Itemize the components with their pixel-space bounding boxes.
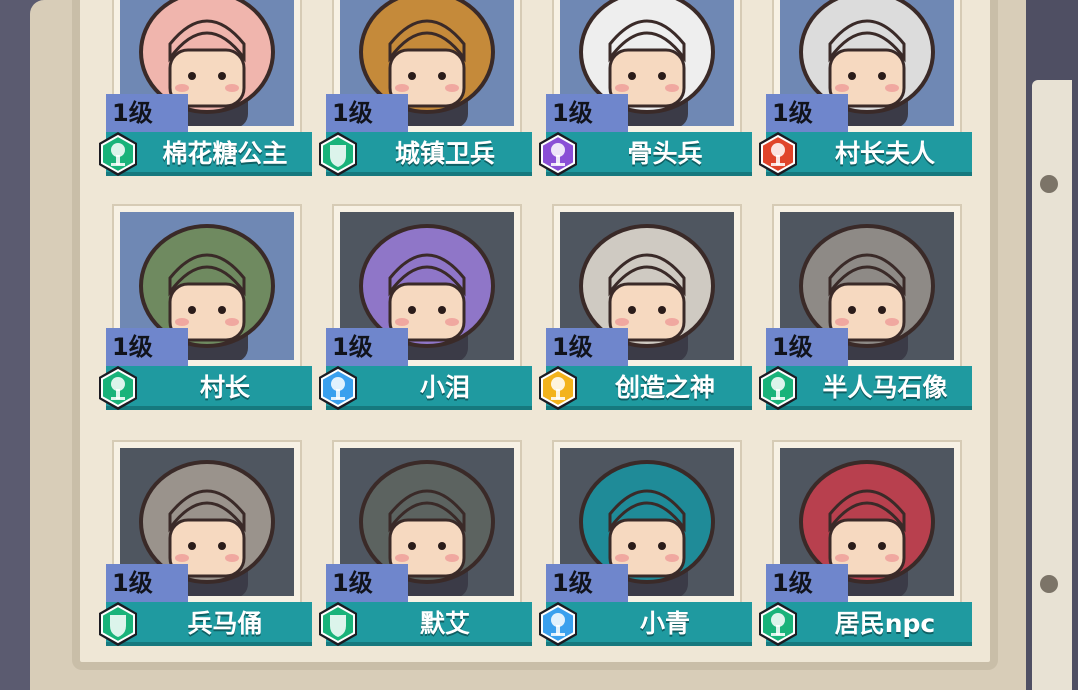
character-card[interactable]: 1级 小泪 xyxy=(319,206,532,410)
level-badge: 1级 xyxy=(326,564,408,602)
character-name: 兵马俑 xyxy=(187,609,263,638)
level-badge: 1级 xyxy=(766,328,848,366)
character-name: 城镇卫兵 xyxy=(394,139,495,168)
character-card[interactable]: 1级城镇卫兵 xyxy=(319,0,532,176)
rank-tree-icon xyxy=(539,602,577,646)
name-bar: 兵马俑 xyxy=(99,602,312,646)
rank-tree-icon xyxy=(759,132,797,176)
rank-tree-icon xyxy=(759,366,797,410)
rank-tree-icon xyxy=(319,366,357,410)
character-name: 小青 xyxy=(639,609,690,638)
character-card[interactable]: 1级骨头兵 xyxy=(539,0,752,176)
character-card[interactable]: 1级兵马俑 xyxy=(99,442,312,646)
level-badge: 1级 xyxy=(546,94,628,132)
rank-tree-icon xyxy=(99,132,137,176)
rank-tree-icon xyxy=(539,132,577,176)
level-badge: 1级 xyxy=(326,328,408,366)
character-name: 默艾 xyxy=(419,609,470,638)
name-bar: 骨头兵 xyxy=(539,132,752,176)
book-right-edge xyxy=(1026,0,1078,690)
name-bar: 默艾 xyxy=(319,602,532,646)
name-bar: 小泪 xyxy=(319,366,532,410)
name-bar: 半人马石像 xyxy=(759,366,972,410)
name-bar: 棉花糖公主 xyxy=(99,132,312,176)
character-card[interactable]: 1级居民npc xyxy=(759,442,972,646)
level-badge: 1级 xyxy=(106,94,188,132)
character-card[interactable]: 1级棉花糖公主 xyxy=(99,0,312,176)
character-grid: 1级 棉花糖公主 1级 城镇卫兵 1级 骨头兵 1级 村长夫人 1级 村长 1级 小泪 1级 创造之神 1级… xyxy=(99,0,982,660)
rank-shield-icon xyxy=(99,602,137,646)
character-card[interactable]: 1级 默艾 xyxy=(319,442,532,646)
character-name: 棉花糖公主 xyxy=(162,139,288,168)
level-badge: 1级 xyxy=(546,564,628,602)
name-bar: 村长 xyxy=(99,366,312,410)
binding-hole-icon xyxy=(1040,575,1058,593)
character-name: 半人马石像 xyxy=(822,373,948,402)
character-card[interactable]: 1级 小青 xyxy=(539,442,752,646)
rank-tree-icon xyxy=(99,366,137,410)
name-bar: 城镇卫兵 xyxy=(319,132,532,176)
character-name: 村长 xyxy=(199,373,250,402)
name-bar: 创造之神 xyxy=(539,366,752,410)
name-bar: 小青 xyxy=(539,602,752,646)
name-bar: 居民npc xyxy=(759,602,972,646)
level-badge: 1级 xyxy=(766,564,848,602)
level-badge: 1级 xyxy=(546,328,628,366)
rank-shield-icon xyxy=(319,602,357,646)
rank-tree-icon xyxy=(539,366,577,410)
character-card[interactable]: 1级 村长 xyxy=(99,206,312,410)
name-bar: 村长夫人 xyxy=(759,132,972,176)
character-name: 村长夫人 xyxy=(834,139,935,168)
character-collection-panel: 1级 棉花糖公主 1级 城镇卫兵 1级 骨头兵 1级 村长夫人 1级 村长 1级 小泪 1级 创造之神 1级… xyxy=(72,0,998,670)
level-badge: 1级 xyxy=(106,328,188,366)
character-name: 创造之神 xyxy=(614,373,715,402)
character-name: 居民npc xyxy=(834,609,936,638)
rank-shield-icon xyxy=(319,132,357,176)
rank-tree-icon xyxy=(759,602,797,646)
character-card[interactable]: 1级创造之神 xyxy=(539,206,752,410)
binding-hole-icon xyxy=(1040,175,1058,193)
character-name: 骨头兵 xyxy=(627,139,703,168)
character-card[interactable]: 1级半人马石像 xyxy=(759,206,972,410)
level-badge: 1级 xyxy=(326,94,408,132)
next-page-tab[interactable] xyxy=(1032,80,1072,690)
level-badge: 1级 xyxy=(766,94,848,132)
level-badge: 1级 xyxy=(106,564,188,602)
character-card[interactable]: 1级村长夫人 xyxy=(759,0,972,176)
character-name: 小泪 xyxy=(419,373,470,402)
